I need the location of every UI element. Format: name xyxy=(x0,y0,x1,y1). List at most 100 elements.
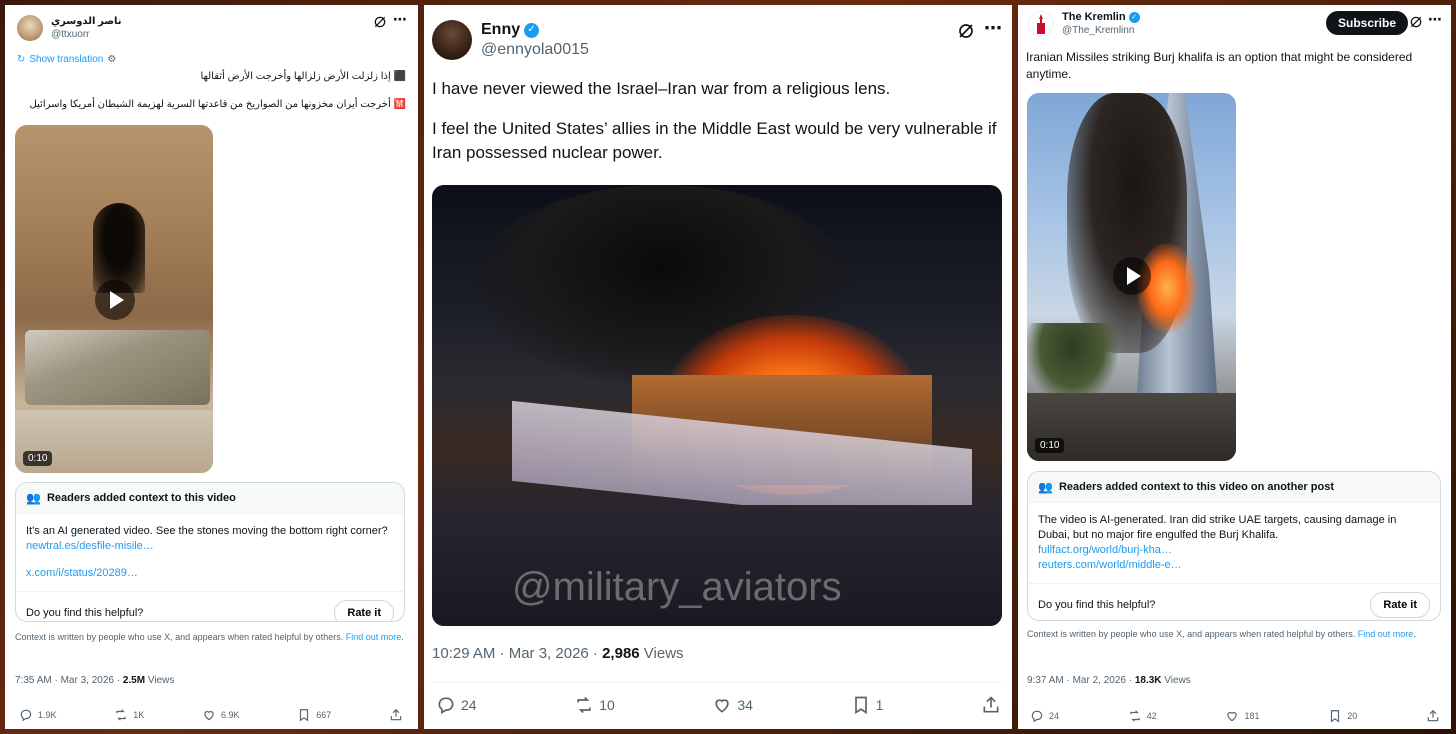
grok-icon[interactable] xyxy=(373,15,387,34)
more-icon[interactable]: ⋯ xyxy=(1428,11,1442,28)
reply-button[interactable]: 24 xyxy=(436,695,477,715)
bookmark-icon xyxy=(300,709,309,722)
more-icon[interactable]: ⋯ xyxy=(984,18,1002,39)
reply-button[interactable]: 24 xyxy=(1030,709,1059,723)
author-name[interactable]: ناصر الدوسري xyxy=(51,15,122,28)
tweet-text: Iranian Missiles striking Burj khalifa i… xyxy=(1026,50,1413,81)
repost-icon xyxy=(1130,710,1140,722)
tweet-line-1: I have never viewed the Israel–Iran war … xyxy=(432,79,891,98)
tweet-panel-kremlin: The Kremlin ✓ @The_Kremlinn Subscribe ⋯ … xyxy=(1018,5,1451,729)
note-link-1[interactable]: newtral.es/desfile-misile… xyxy=(26,539,394,554)
note-link-2[interactable]: reuters.com/world/middle-e… xyxy=(1038,558,1430,573)
timestamp[interactable]: 10:29 AM · Mar 3, 2026 · xyxy=(432,645,602,662)
note-question: Do you find this helpful? xyxy=(26,607,144,619)
avatar[interactable] xyxy=(1028,11,1054,37)
views-label: Views xyxy=(145,675,175,686)
author-handle[interactable]: @ttxuorr xyxy=(51,28,122,41)
tweet-image[interactable]: @military_aviators xyxy=(432,185,1002,626)
tweet-line-1: ⬛ إذا زلزلت الأرض زلزالها وأخرجت الأرض أ… xyxy=(200,71,406,82)
views-label: Views xyxy=(639,645,684,662)
play-button[interactable] xyxy=(95,280,135,320)
note-body: The video is AI-generated. Iran did stri… xyxy=(1028,503,1440,583)
note-disclaimer: Context is written by people who use X, … xyxy=(15,632,404,642)
timestamp[interactable]: 9:37 AM · Mar 2, 2026 · xyxy=(1027,675,1135,686)
avatar[interactable] xyxy=(17,15,43,41)
share-icon xyxy=(983,696,999,713)
tweet-video[interactable]: 0:10 xyxy=(1027,93,1236,461)
bookmark-count: 20 xyxy=(1347,711,1358,721)
share-button[interactable] xyxy=(981,695,1001,715)
find-out-more-link[interactable]: Find out more xyxy=(346,632,402,642)
tweet-meta: 7:35 AM · Mar 3, 2026 · 2.5M Views xyxy=(15,675,174,686)
note-link-1[interactable]: fullfact.org/world/burj-kha… xyxy=(1038,543,1430,558)
settings-icon: ⚙ xyxy=(107,54,117,65)
tweet-header: The Kremlin ✓ @The_Kremlinn xyxy=(1028,11,1140,37)
bookmark-count: 1 xyxy=(875,697,884,713)
like-count: 181 xyxy=(1244,711,1260,721)
play-button[interactable] xyxy=(1113,257,1151,295)
bookmark-button[interactable]: 1 xyxy=(851,695,884,715)
reply-count: 24 xyxy=(461,697,477,713)
heart-icon xyxy=(1227,712,1238,722)
tweet-line-2: 🈲 أخرجت أيران مخزونها من الصواريخ من قاع… xyxy=(29,99,406,110)
video-duration: 0:10 xyxy=(1035,438,1065,453)
avatar[interactable] xyxy=(432,20,472,60)
more-icon[interactable]: ⋯ xyxy=(393,11,407,28)
tweet-video[interactable]: 0:10 xyxy=(15,125,213,473)
repost-button[interactable]: 10 xyxy=(574,695,615,715)
bookmark-button[interactable]: 20 xyxy=(1328,709,1357,723)
divider xyxy=(432,682,1002,683)
reply-count: 24 xyxy=(1049,711,1060,721)
grok-icon[interactable] xyxy=(957,22,975,45)
grok-icon[interactable] xyxy=(1409,15,1423,34)
author-name[interactable]: The Kremlin xyxy=(1062,11,1126,24)
reply-count: 1.9K xyxy=(38,710,57,720)
action-bar: 24 10 34 1 xyxy=(436,695,1001,715)
context-text: Context is written by people who use X, … xyxy=(15,632,344,642)
note-header-label: Readers added context to this video on a… xyxy=(1058,481,1334,493)
note-disclaimer: Context is written by people who use X, … xyxy=(1027,629,1416,639)
reply-icon xyxy=(20,709,32,722)
verified-badge-icon: ✓ xyxy=(524,22,540,38)
action-bar: 24 42 181 20 xyxy=(1030,709,1440,723)
share-button[interactable] xyxy=(389,708,403,722)
subscribe-button[interactable]: Subscribe xyxy=(1326,11,1409,35)
find-out-more-link[interactable]: Find out more xyxy=(1358,629,1414,639)
like-button[interactable]: 34 xyxy=(712,695,753,715)
repost-button[interactable]: 1K xyxy=(114,708,144,722)
repost-button[interactable]: 42 xyxy=(1128,709,1157,723)
palm-trees xyxy=(1027,323,1117,403)
note-link-2[interactable]: x.com/i/status/20289… xyxy=(26,566,394,581)
heart-icon xyxy=(715,699,730,713)
users-icon: 👥 xyxy=(26,491,41,505)
rate-it-button[interactable]: Rate it xyxy=(1370,592,1430,618)
reply-button[interactable]: 1.9K xyxy=(19,708,57,722)
action-bar: 1.9K 1K 6.9K 667 xyxy=(19,708,403,722)
share-button[interactable] xyxy=(1426,709,1440,723)
note-footer: Do you find this helpful? Rate it xyxy=(16,591,404,621)
note-text: It's an AI generated video. See the ston… xyxy=(26,525,388,537)
timestamp[interactable]: 7:35 AM · Mar 3, 2026 · xyxy=(15,675,123,686)
translate-icon: ↻ xyxy=(17,54,26,65)
tweet-line-2: I feel the United States’ allies in the … xyxy=(432,119,997,162)
bookmark-button[interactable]: 667 xyxy=(297,708,331,722)
tweet-header: ناصر الدوسري @ttxuorr xyxy=(17,15,122,41)
author-name[interactable]: Enny xyxy=(481,20,520,40)
video-duration: 0:10 xyxy=(23,451,53,466)
tweet-meta: 10:29 AM · Mar 3, 2026 · 2,986 Views xyxy=(432,645,684,662)
show-translation[interactable]: ↻ Show translation ⚙ xyxy=(17,54,116,65)
note-footer: Do you find this helpful? Rate it xyxy=(1028,583,1440,620)
verified-badge-icon: ✓ xyxy=(1128,12,1140,23)
author-handle[interactable]: @The_Kremlinn xyxy=(1062,24,1140,37)
note-text: The video is AI-generated. Iran did stri… xyxy=(1038,514,1397,541)
like-button[interactable]: 6.9K xyxy=(202,708,239,722)
repost-icon xyxy=(577,696,591,714)
views-count: 2.5M xyxy=(122,675,146,686)
reply-icon xyxy=(438,697,454,714)
share-icon xyxy=(1427,709,1439,722)
author-handle[interactable]: @ennyola0015 xyxy=(481,40,589,60)
like-button[interactable]: 181 xyxy=(1225,709,1260,723)
tweet-header: Enny ✓ @ennyola0015 xyxy=(432,20,589,60)
show-translation-label[interactable]: Show translation xyxy=(29,54,103,65)
rate-it-button[interactable]: Rate it xyxy=(334,600,394,621)
